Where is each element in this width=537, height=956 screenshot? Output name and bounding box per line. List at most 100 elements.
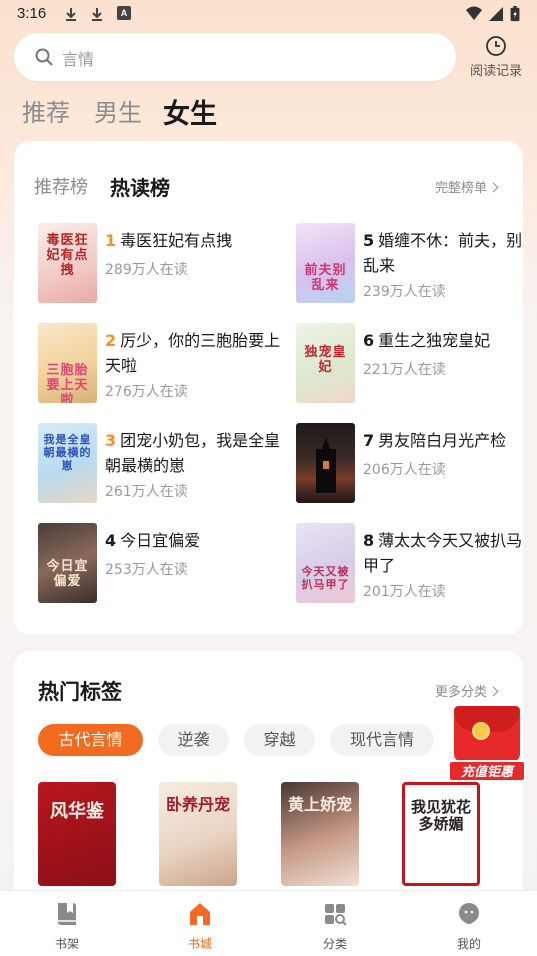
book-readers: 261万人在读 <box>105 484 188 500</box>
book-cover-text: 今日宜偏爱 <box>46 559 89 589</box>
nav-bookstore-label: 书城 <box>187 937 212 951</box>
book-cover-text: 三胞胎要上天啦 <box>46 363 89 403</box>
rank-book-item[interactable]: 独宠皇妃 6 重生之独宠皇妃 221万人在读 <box>296 323 537 403</box>
signal-icon <box>489 7 503 21</box>
book-title: 4 今日宜偏爱 <box>105 528 291 553</box>
bookshelf-icon <box>58 903 76 925</box>
search-box[interactable]: 言情 <box>14 33 456 81</box>
book-cover-text: 风华鉴 <box>50 801 104 822</box>
book-title-text: 重生之独宠皇妃 <box>378 331 491 350</box>
book-cover-text: 毒医狂妃有点拽 <box>46 233 89 278</box>
notification-a-icon: A <box>117 6 131 20</box>
book-title: 3 团宠小奶包，我是全皇朝最横的崽 <box>105 428 291 478</box>
book-cover-text: 独宠皇妃 <box>304 345 347 375</box>
book-title: 2 厉少，你的三胞胎要上天啦 <box>105 328 291 378</box>
recharge-promo-button[interactable]: 充值钜惠 <box>446 706 528 782</box>
book-cover-text: 我见犹花多娇媚 <box>410 798 471 833</box>
battery-icon <box>510 6 520 22</box>
search-icon <box>35 48 53 66</box>
tag-chip-modern-romance[interactable]: 现代言情 <box>330 724 434 756</box>
full-ranking-label: 完整榜单 <box>434 181 487 196</box>
full-ranking-link[interactable]: 完整榜单 <box>434 177 499 196</box>
book-title-text: 今日宜偏爱 <box>120 531 201 550</box>
book-cover-text: 黄上娇宠 <box>287 795 352 814</box>
rank-book-item[interactable]: 毒医狂妃有点拽 1 毒医狂妃有点拽 289万人在读 <box>38 223 288 303</box>
reading-history-button[interactable]: 阅读记录 <box>464 35 528 83</box>
tag-chip-comeback[interactable]: 逆袭 <box>158 724 229 756</box>
book-readers: 253万人在读 <box>105 562 188 578</box>
reading-history-label: 阅读记录 <box>469 64 522 79</box>
book-readers: 206万人在读 <box>363 462 446 478</box>
search-placeholder: 言情 <box>62 50 95 69</box>
book-rank: 4 <box>105 531 117 550</box>
book-rank: 7 <box>363 431 375 450</box>
status-bar: 3:16 A <box>0 0 537 30</box>
book-cover-text: 今天又被扒马甲了 <box>301 565 350 591</box>
more-categories-label: 更多分类 <box>434 685 487 700</box>
book-title-text: 薄太太今天又被扒马甲了 <box>363 531 523 575</box>
bottom-nav: 书架 书城 分类 我的 <box>0 890 537 956</box>
tag-book-cover[interactable]: 我见犹花多娇媚 <box>402 782 480 886</box>
book-readers: 289万人在读 <box>105 262 188 278</box>
tab-male[interactable]: 男生 <box>94 93 142 128</box>
download-icon <box>92 8 102 21</box>
tag-book-cover[interactable]: 风华鉴 <box>38 782 116 886</box>
book-cover-text: 卧养丹宠 <box>165 795 230 814</box>
tag-book-cover[interactable]: 卧养丹宠 <box>159 782 237 886</box>
book-cover: 我是全皇朝最横的崽 <box>38 423 97 503</box>
book-rank: 1 <box>105 231 117 250</box>
tab-recommend[interactable]: 推荐 <box>22 93 70 128</box>
nav-category-label: 分类 <box>322 937 347 951</box>
book-title-text: 男友陪白月光产检 <box>378 431 507 450</box>
profile-icon <box>459 903 479 924</box>
recharge-promo-label: 充值钜惠 <box>448 760 526 782</box>
castle-icon <box>316 437 336 493</box>
category-icon <box>325 904 347 926</box>
chevron-right-icon <box>488 182 499 193</box>
book-title-text: 团宠小奶包，我是全皇朝最横的崽 <box>105 431 281 475</box>
book-readers: 239万人在读 <box>363 284 446 300</box>
book-title-text: 厉少，你的三胞胎要上天啦 <box>105 331 281 375</box>
book-cover: 独宠皇妃 <box>296 323 355 403</box>
book-title: 5 婚缠不休：前夫，别乱来 <box>363 228 533 278</box>
status-time: 3:16 <box>17 5 47 22</box>
book-cover: 今天又被扒马甲了 <box>296 523 355 603</box>
nav-bookstore[interactable]: 书城 <box>165 901 235 952</box>
rank-book-item[interactable]: 我是全皇朝最横的崽 3 团宠小奶包，我是全皇朝最横的崽 261万人在读 <box>38 423 288 503</box>
tab-female[interactable]: 女生 <box>163 92 217 131</box>
nav-profile-label: 我的 <box>456 937 481 951</box>
hot-tags-title: 热门标签 <box>38 680 122 704</box>
book-cover-text: 前夫别乱来 <box>304 263 347 293</box>
book-title: 8 薄太太今天又被扒马甲了 <box>363 528 533 578</box>
book-readers: 276万人在读 <box>105 384 188 400</box>
book-rank: 3 <box>105 431 117 450</box>
rank-book-item[interactable]: 今天又被扒马甲了 8 薄太太今天又被扒马甲了 201万人在读 <box>296 523 537 603</box>
rank-book-item[interactable]: 7 男友陪白月光产检 206万人在读 <box>296 423 537 503</box>
chevron-right-icon <box>488 686 499 697</box>
bookstore-icon <box>190 903 210 925</box>
book-cover-text: 我是全皇朝最横的崽 <box>43 433 92 472</box>
tab-hot-read-rank[interactable]: 热读榜 <box>110 172 170 201</box>
book-rank: 6 <box>363 331 375 350</box>
book-cover: 今日宜偏爱 <box>38 523 97 603</box>
book-rank: 8 <box>363 531 375 550</box>
rank-book-item[interactable]: 今日宜偏爱 4 今日宜偏爱 253万人在读 <box>38 523 288 603</box>
more-categories-link[interactable]: 更多分类 <box>434 681 499 700</box>
nav-profile[interactable]: 我的 <box>434 901 504 952</box>
tab-recommend-rank[interactable]: 推荐榜 <box>34 173 88 199</box>
book-title: 1 毒医狂妃有点拽 <box>105 228 291 253</box>
rank-book-item[interactable]: 三胞胎要上天啦 2 厉少，你的三胞胎要上天啦 276万人在读 <box>38 323 288 403</box>
nav-bookshelf-label: 书架 <box>54 937 79 951</box>
wifi-icon <box>466 6 482 20</box>
book-readers: 221万人在读 <box>363 362 446 378</box>
tag-chip-time-travel[interactable]: 穿越 <box>244 724 315 756</box>
nav-bookshelf[interactable]: 书架 <box>32 901 102 952</box>
tag-book-cover[interactable]: 黄上娇宠 <box>281 782 359 886</box>
book-rank: 5 <box>363 231 375 250</box>
download-icon <box>66 8 76 21</box>
nav-category[interactable]: 分类 <box>300 901 370 952</box>
coin-icon <box>472 722 490 740</box>
rank-book-item[interactable]: 前夫别乱来 5 婚缠不休：前夫，别乱来 239万人在读 <box>296 223 537 303</box>
book-cover <box>296 423 355 503</box>
tag-chip-ancient-romance[interactable]: 古代言情 <box>38 724 143 756</box>
